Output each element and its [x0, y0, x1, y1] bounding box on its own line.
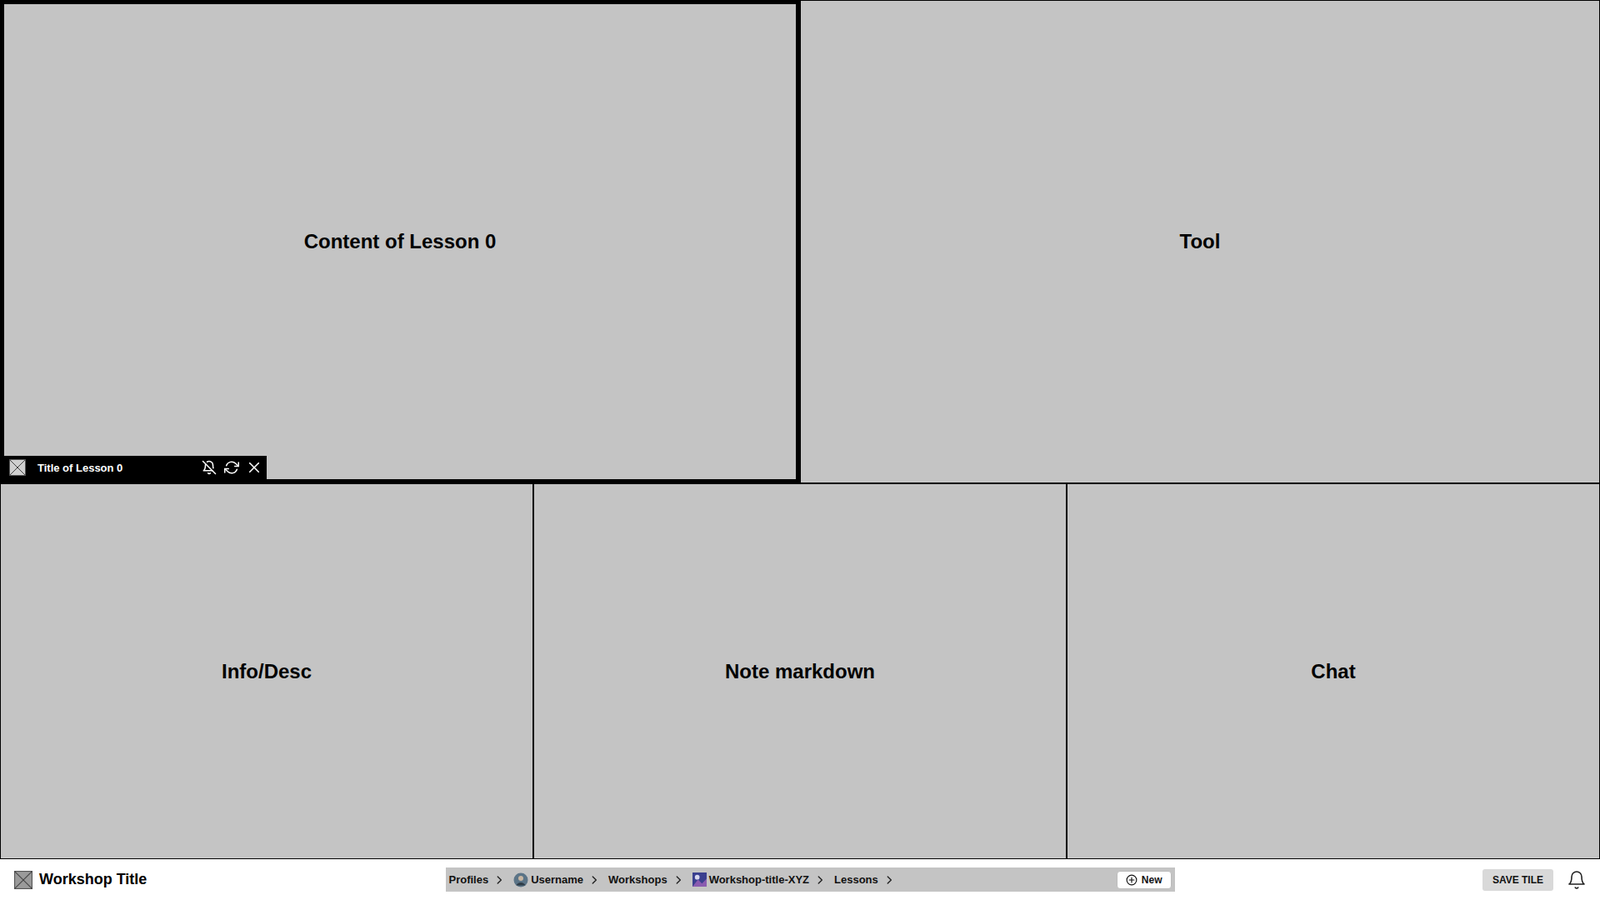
tile-label: Content of Lesson 0	[304, 230, 497, 254]
breadcrumb-item[interactable]: Workshops	[608, 873, 668, 886]
tile-label: Tool	[1180, 230, 1221, 254]
new-button[interactable]: New	[1116, 870, 1172, 890]
breadcrumb-item[interactable]: Username	[513, 872, 584, 888]
tile[interactable]: Info/Desc	[0, 483, 534, 860]
top-row: Content of Lesson 0 Title of Lesson 0 To…	[0, 0, 1600, 484]
tile-label: Note markdown	[725, 660, 875, 684]
tile[interactable]: Content of Lesson 0 Title of Lesson 0	[0, 0, 800, 484]
save-tile-button[interactable]: SAVE TILE	[1482, 869, 1554, 891]
user-avatar-icon	[513, 872, 529, 888]
tile-label: Chat	[1310, 660, 1355, 684]
breadcrumb-item[interactable]: Workshop-title-XYZ	[692, 872, 810, 887]
breadcrumb-item[interactable]: Lessons	[834, 873, 879, 886]
breadcrumb-item[interactable]: Profiles	[449, 873, 490, 886]
tile[interactable]: Tool	[800, 0, 1600, 484]
workshop-title: Workshop Title	[39, 870, 147, 889]
bell-icon[interactable]	[1566, 870, 1587, 890]
chevron-right-icon	[493, 874, 505, 886]
chevron-right-icon	[672, 874, 685, 886]
bottom-row: Info/Desc Note markdown Chat	[0, 483, 1600, 860]
workshop-page: Content of Lesson 0 Title of Lesson 0 To…	[0, 0, 1600, 900]
chevron-right-icon	[588, 874, 600, 886]
refresh-icon[interactable]	[224, 460, 240, 475]
image-placeholder-icon	[14, 870, 33, 890]
close-icon[interactable]	[246, 460, 262, 475]
chevron-right-icon	[883, 874, 895, 886]
workshop-avatar-icon	[692, 872, 707, 887]
bell-off-icon[interactable]	[201, 460, 217, 475]
tile-title-bar: Title of Lesson 0	[4, 455, 267, 480]
plus-circle-icon	[1125, 874, 1138, 886]
tile-title: Title of Lesson 0	[32, 461, 195, 475]
tile-label: Info/Desc	[221, 660, 312, 684]
chevron-right-icon	[814, 874, 826, 886]
bottom-bar: Workshop Title Profiles Username Worksho…	[0, 859, 1600, 900]
image-placeholder-icon	[9, 459, 26, 476]
tile[interactable]: Chat	[1066, 483, 1600, 860]
tile-workspace: Content of Lesson 0 Title of Lesson 0 To…	[0, 0, 1600, 860]
tile[interactable]: Note markdown	[533, 483, 1067, 860]
brand[interactable]: Workshop Title	[0, 870, 426, 890]
bottom-actions: SAVE TILE	[1175, 869, 1600, 891]
breadcrumb: Profiles Username Workshops Workshop-tit…	[445, 867, 1175, 892]
